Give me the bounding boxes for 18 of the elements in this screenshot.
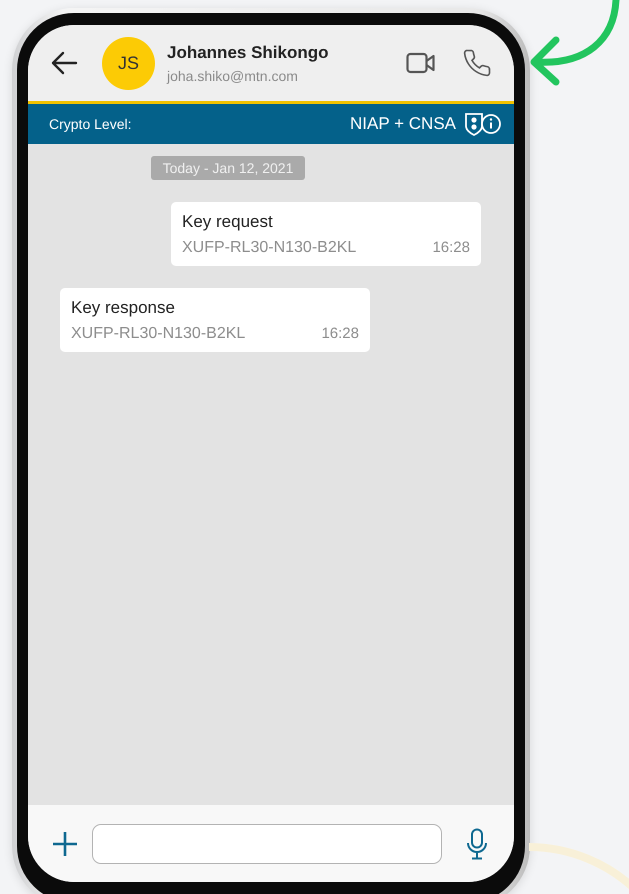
message-input[interactable]: [92, 824, 442, 864]
message-time: 16:28: [321, 325, 359, 342]
message-code: XUFP-RL30-N130-B2KL: [71, 325, 246, 343]
microphone-icon[interactable]: [466, 828, 488, 860]
contact-name: Johannes Shikongo: [167, 42, 330, 62]
crypto-level-label: Crypto Level:: [49, 116, 132, 132]
message-time: 16:28: [432, 239, 470, 256]
video-camera-icon[interactable]: [406, 52, 436, 74]
contact-email: joha.shiko@mtn.com: [167, 68, 299, 84]
plus-icon[interactable]: [52, 830, 78, 856]
shield-info-icon[interactable]: [464, 112, 502, 136]
avatar: JS: [102, 36, 155, 90]
phone-icon[interactable]: [462, 48, 492, 78]
message-code: XUFP-RL30-N130-B2KL: [182, 239, 356, 257]
message-title: Key response: [71, 298, 176, 318]
back-arrow-icon[interactable]: [50, 51, 78, 75]
crypto-level-value: NIAP + CNSA: [350, 114, 456, 134]
message-title: Key request: [182, 212, 274, 232]
